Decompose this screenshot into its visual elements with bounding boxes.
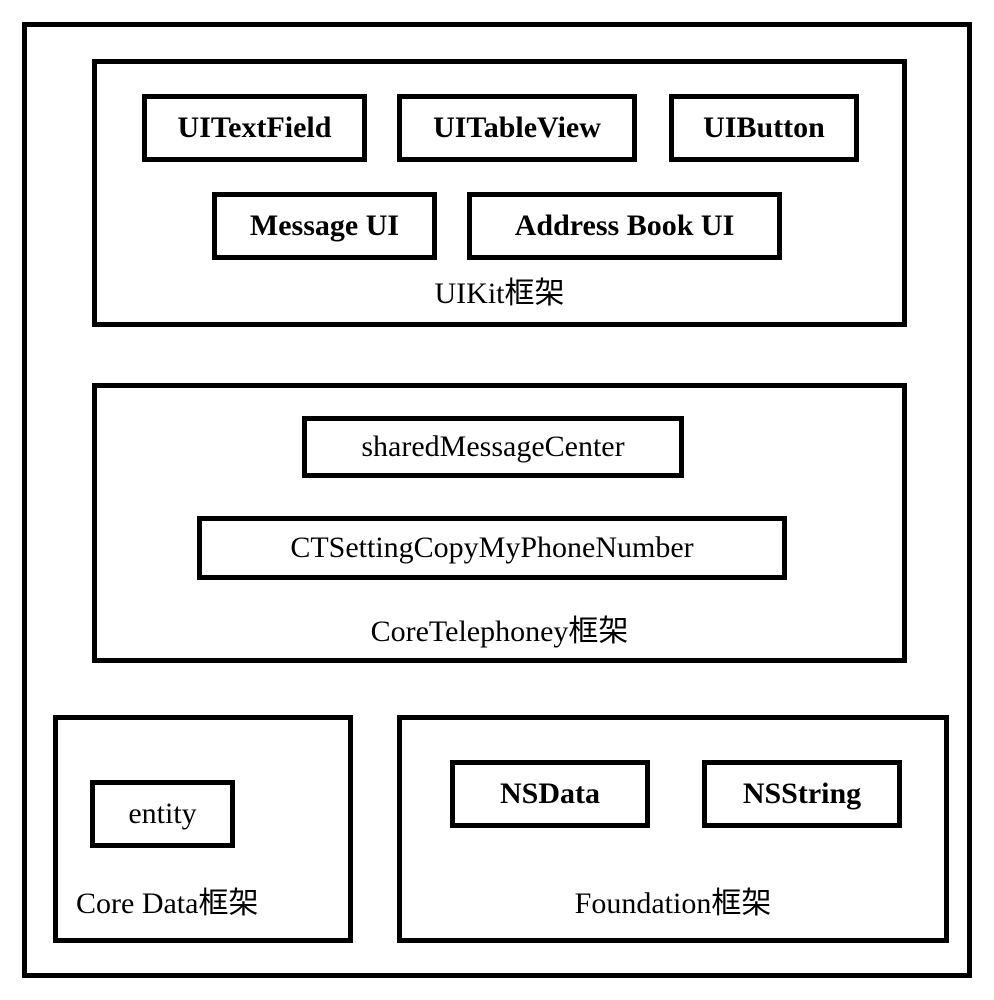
foundation-title: Foundation框架 xyxy=(402,878,944,922)
ctsetting-component: CTSettingCopyMyPhoneNumber xyxy=(197,516,787,580)
diagram-outer-container: UITextField UITableView UIButton Message… xyxy=(22,22,972,978)
nsdata-component: NSData xyxy=(450,760,650,828)
uikit-framework-box: UITextField UITableView UIButton Message… xyxy=(92,59,907,327)
foundation-framework-box: NSData NSString Foundation框架 xyxy=(397,715,949,943)
uitableview-component: UITableView xyxy=(397,94,637,162)
entity-component: entity xyxy=(90,780,235,848)
addressbookui-component: Address Book UI xyxy=(467,192,782,260)
nsstring-component: NSString xyxy=(702,760,902,828)
sharedmessagecenter-component: sharedMessageCenter xyxy=(302,416,684,478)
uitextfield-component: UITextField xyxy=(142,94,367,162)
uikit-title: UIKit框架 xyxy=(97,268,902,312)
coretelephony-title: CoreTelephoney框架 xyxy=(97,606,902,650)
coredata-title: Core Data框架 xyxy=(68,878,348,922)
messageui-component: Message UI xyxy=(212,192,437,260)
coredata-framework-box: entity Core Data框架 xyxy=(53,715,353,943)
uibutton-component: UIButton xyxy=(669,94,859,162)
coretelephony-framework-box: sharedMessageCenter CTSettingCopyMyPhone… xyxy=(92,383,907,663)
